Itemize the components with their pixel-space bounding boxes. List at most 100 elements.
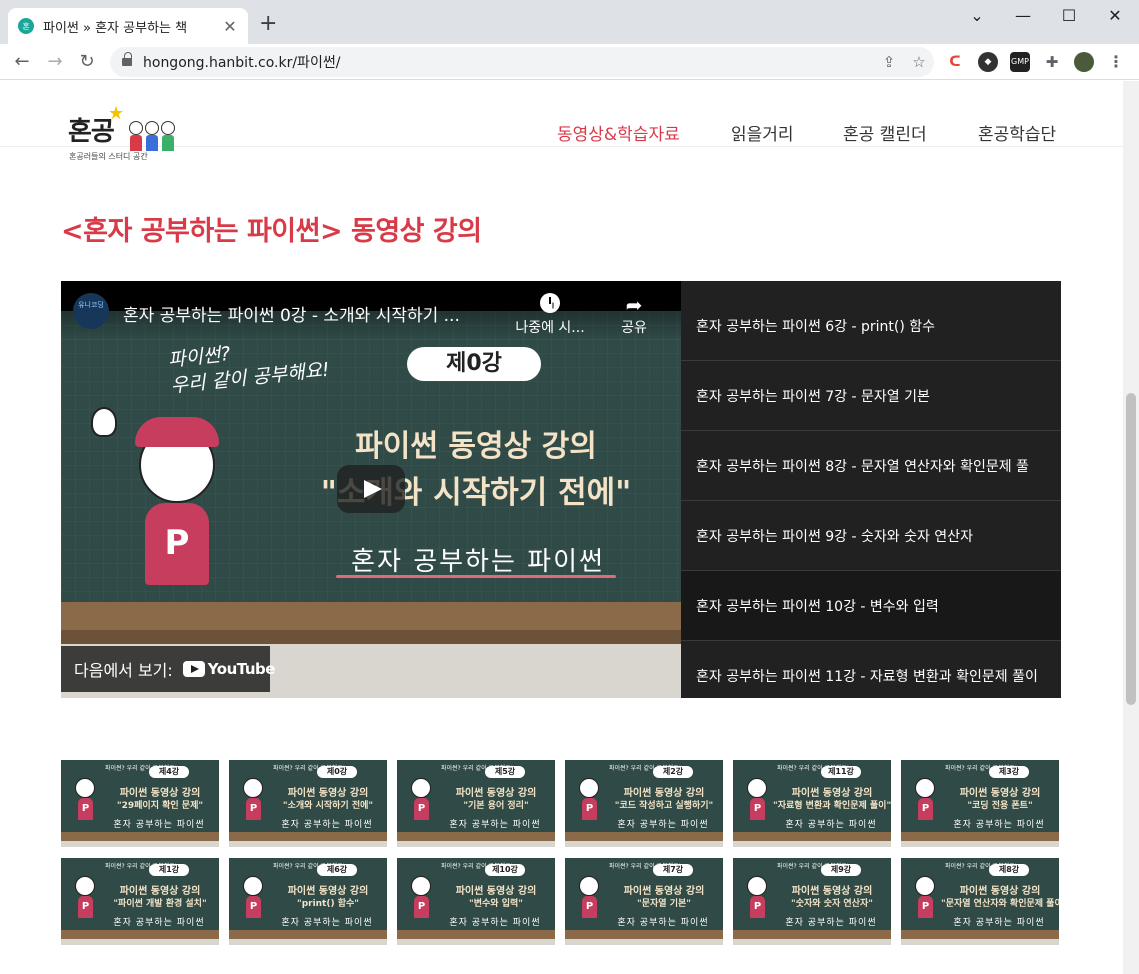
profile-avatar[interactable] (1074, 52, 1094, 72)
thumb-mascot: P (411, 778, 433, 826)
tab-search-icon[interactable]: ⌄ (954, 4, 1000, 28)
thumb-book: 혼자 공부하는 파이썬 (449, 918, 541, 928)
browser-tab[interactable]: 혼 파이썬 » 혼자 공부하는 책 ✕ (8, 8, 248, 44)
thumb-mascot: P (915, 876, 937, 924)
thumb-episode: 제9강 (821, 864, 861, 876)
video-thumbnail[interactable]: 파이썬? 우리 같이 공부해요! P 제0강 파이썬 동영상 강의 "소개와 시작하기 … (229, 760, 387, 847)
thumb-heading: 파이썬 동영상 강의 (455, 788, 537, 799)
video-thumbnail[interactable]: 파이썬? 우리 같이 공부해요! P 제9강 파이썬 동영상 강의 "숫자와 숫자 연산… (733, 858, 891, 945)
thumb-book: 혼자 공부하는 파이썬 (281, 918, 373, 928)
vd-extension-icon[interactable]: ◆ (978, 52, 998, 72)
thumb-title: "29페이지 확인 문제" (116, 801, 204, 811)
tab-close-icon[interactable]: ✕ (222, 17, 238, 36)
thumb-mascot: P (915, 778, 937, 826)
tab-title: 파이썬 » 혼자 공부하는 책 (43, 20, 188, 36)
watch-later-button[interactable]: 나중에 시... (514, 293, 586, 337)
video-thumbnail[interactable]: 파이썬? 우리 같이 공부해요! P 제8강 파이썬 동영상 강의 "문자열 연산자와 … (901, 858, 1059, 945)
browser-menu-icon[interactable]: ⋮ (1106, 52, 1126, 72)
site-logo[interactable]: ★ 혼공 혼공러들의 스터디 공간 (62, 103, 192, 167)
bookmark-star-icon[interactable]: ☆ (904, 53, 934, 71)
thumb-heading: 파이썬 동영상 강의 (455, 886, 537, 897)
logo-text: 혼공 (68, 117, 115, 147)
new-tab-button[interactable]: + (259, 12, 277, 36)
reload-icon[interactable]: ↻ (73, 48, 101, 76)
thumb-heading: 파이썬 동영상 강의 (623, 886, 705, 897)
thumb-mascot: P (579, 778, 601, 826)
lock-icon[interactable] (122, 52, 132, 68)
extensions-puzzle-icon[interactable]: ✚ (1042, 52, 1062, 72)
thumb-mascot: P (75, 876, 97, 924)
thumb-heading: 파이썬 동영상 강의 (119, 886, 201, 897)
lecture-heading: 파이썬 동영상 강의 (355, 429, 597, 464)
thumb-heading: 파이썬 동영상 강의 (791, 886, 873, 897)
video-thumbnail[interactable]: 파이썬? 우리 같이 공부해요! P 제6강 파이썬 동영상 강의 "print() 함… (229, 858, 387, 945)
logo-subtitle: 혼공러들의 스터디 공간 (69, 152, 148, 161)
video-thumbnail[interactable]: 파이썬? 우리 같이 공부해요! P 제10강 파이썬 동영상 강의 "변수와 입력" 혼… (397, 858, 555, 945)
page-viewport: ★ 혼공 혼공러들의 스터디 공간 동영상&학습자료 읽을거리 혼공 캘린더 혼… (0, 81, 1123, 974)
thumb-book: 혼자 공부하는 파이썬 (617, 820, 709, 830)
playlist-item[interactable]: 혼자 공부하는 파이썬 6강 - print() 함수 (681, 291, 1061, 361)
playlist-item[interactable]: 혼자 공부하는 파이썬 7강 - 문자열 기본 (681, 361, 1061, 431)
nav-study-group[interactable]: 혼공학습단 (978, 120, 1056, 145)
video-playlist: 혼자 공부하는 파이썬 6강 - print() 함수 혼자 공부하는 파이썬 … (681, 281, 1061, 698)
nav-videos-materials[interactable]: 동영상&학습자료 (557, 120, 680, 145)
site-header: ★ 혼공 혼공러들의 스터디 공간 동영상&학습자료 읽을거리 혼공 캘린더 혼… (0, 81, 1123, 161)
nav-calendar[interactable]: 혼공 캘린더 (843, 120, 927, 145)
thumb-book: 혼자 공부하는 파이썬 (785, 820, 877, 830)
channel-avatar[interactable]: 유니코딩 (73, 293, 109, 329)
playlist-item[interactable]: 혼자 공부하는 파이썬 10강 - 변수와 입력 (681, 571, 1061, 641)
thumb-episode: 제4강 (149, 766, 189, 778)
thumb-title: "파이썬 개발 환경 설치" (113, 899, 207, 909)
nav-readings[interactable]: 읽을거리 (731, 120, 794, 145)
back-arrow-icon[interactable]: ← (8, 48, 36, 76)
video-thumbnail[interactable]: 파이썬? 우리 같이 공부해요! P 제3강 파이썬 동영상 강의 "코딩 전용 폰트"… (901, 760, 1059, 847)
thumb-mascot: P (579, 876, 601, 924)
scrollbar-thumb[interactable] (1126, 393, 1136, 705)
site-favicon-icon: 혼 (18, 18, 34, 34)
watch-on-youtube-button[interactable]: 다음에서 보기: YouTube (61, 646, 275, 692)
playlist-item[interactable]: 혼자 공부하는 파이썬 8강 - 문자열 연산자와 확인문제 풀 (681, 431, 1061, 501)
thumb-mascot: P (747, 778, 769, 826)
thumb-mascot: P (747, 876, 769, 924)
video-thumbnail[interactable]: 파이썬? 우리 같이 공부해요! P 제7강 파이썬 동영상 강의 "문자열 기본" 혼자… (565, 858, 723, 945)
video-thumbnail[interactable]: 파이썬? 우리 같이 공부해요! P 제11강 파이썬 동영상 강의 "자료형 변환과 … (733, 760, 891, 847)
page-scrollbar[interactable] (1123, 81, 1139, 974)
maximize-button[interactable]: ☐ (1046, 4, 1092, 28)
share-arrow-icon: ➦ (625, 293, 643, 317)
thumb-title: "print() 함수" (297, 899, 359, 909)
share-icon[interactable]: ⇪ (874, 53, 904, 71)
thumb-mascot: P (411, 876, 433, 924)
gmp-extension-icon[interactable]: GMP (1010, 52, 1030, 72)
thumb-heading: 파이썬 동영상 강의 (959, 886, 1041, 897)
video-thumbnail[interactable]: 파이썬? 우리 같이 공부해요! P 제4강 파이썬 동영상 강의 "29페이지 확인 … (61, 760, 219, 847)
video-title[interactable]: 혼자 공부하는 파이썬 0강 - 소개와 시작하기 ... (123, 301, 460, 326)
thumb-episode: 제2강 (653, 766, 693, 778)
thumb-book: 혼자 공부하는 파이썬 (785, 918, 877, 928)
url-text[interactable]: hongong.hanbit.co.kr/파이썬/ (143, 52, 874, 72)
minimize-button[interactable]: — (1000, 4, 1046, 28)
share-button[interactable]: ➦ 공유 (598, 293, 670, 337)
thumb-episode: 제1강 (149, 864, 189, 876)
close-window-button[interactable]: ✕ (1092, 4, 1138, 28)
thumb-book: 혼자 공부하는 파이썬 (449, 820, 541, 830)
thumb-episode: 제6강 (317, 864, 357, 876)
address-bar[interactable]: hongong.hanbit.co.kr/파이썬/ ⇪ ☆ (110, 47, 934, 77)
thumb-heading: 파이썬 동영상 강의 (791, 788, 873, 799)
thumb-title: "변수와 입력" (469, 899, 523, 909)
forward-arrow-icon[interactable]: → (41, 48, 69, 76)
video-thumbnail[interactable]: 파이썬? 우리 같이 공부해요! P 제5강 파이썬 동영상 강의 "기본 용어 정리"… (397, 760, 555, 847)
youtube-video-player[interactable]: 파이썬? 우리 같이 공부해요! 제0강 파이썬 동영상 강의 "소개와 시작하… (61, 281, 681, 698)
playlist-item[interactable]: 혼자 공부하는 파이썬 9강 - 숫자와 숫자 연산자 (681, 501, 1061, 571)
clickup-extension-icon[interactable]: ᑕ (945, 52, 965, 72)
youtube-play-icon (182, 661, 205, 677)
browser-toolbar: ← → ↻ hongong.hanbit.co.kr/파이썬/ ⇪ ☆ ᑕ ◆ … (0, 44, 1139, 80)
thumb-episode: 제7강 (653, 864, 693, 876)
video-thumbnail[interactable]: 파이썬? 우리 같이 공부해요! P 제1강 파이썬 동영상 강의 "파이썬 개발 환경… (61, 858, 219, 945)
video-thumbnail[interactable]: 파이썬? 우리 같이 공부해요! P 제2강 파이썬 동영상 강의 "코드 작성하고 실… (565, 760, 723, 847)
playlist-item[interactable]: 혼자 공부하는 파이썬 11강 - 자료형 변환과 확인문제 풀이 (681, 641, 1061, 698)
thumb-episode: 제0강 (317, 766, 357, 778)
thumb-title: "숫자와 숫자 연산자" (791, 899, 873, 909)
thumb-episode: 제11강 (821, 766, 861, 778)
thumb-title: "소개와 시작하기 전에" (282, 801, 374, 811)
play-button[interactable] (337, 465, 405, 513)
